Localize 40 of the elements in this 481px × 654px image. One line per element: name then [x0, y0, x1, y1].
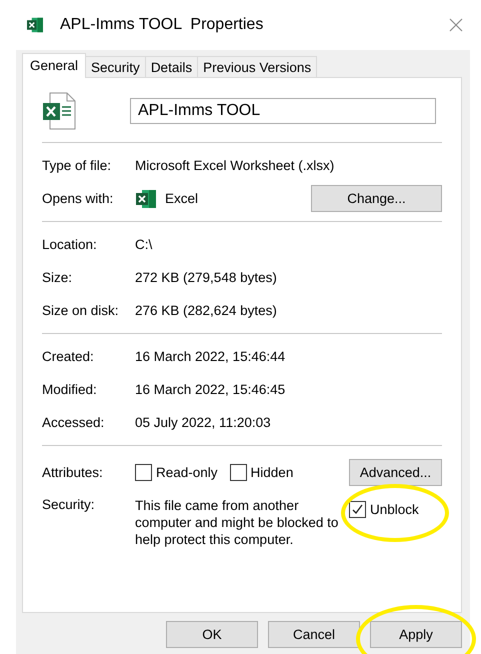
dialog-button[interactable]: Cancel	[268, 621, 360, 648]
checkbox[interactable]	[349, 501, 366, 518]
field-label: Attributes:	[42, 465, 104, 480]
field-label: Opens with:	[42, 191, 114, 206]
file-name-field[interactable]: APL-Imms TOOL	[130, 98, 436, 124]
field-label: Modified:	[42, 382, 98, 397]
change-button[interactable]: Change...	[311, 185, 442, 212]
checkbox-label: Read-only	[156, 465, 218, 480]
advanced-button[interactable]: Advanced...	[349, 459, 442, 486]
check-icon	[351, 503, 364, 516]
field-label: Size on disk:	[42, 303, 120, 318]
dialog-button[interactable]: Apply	[370, 621, 462, 648]
field-value: Excel	[165, 191, 198, 206]
field-label: Location:	[42, 237, 98, 252]
spreadsheet-file-icon	[42, 92, 76, 130]
field-label: Type of file:	[42, 158, 112, 173]
field-value: 276 KB (282,624 bytes)	[135, 303, 278, 318]
tab[interactable]: Previous Versions	[197, 56, 318, 78]
dialog-button[interactable]: OK	[166, 621, 258, 648]
field-value: Microsoft Excel Worksheet (.xlsx)	[135, 158, 336, 173]
field-label: Created:	[42, 349, 95, 364]
checkbox-label: Unblock	[370, 502, 419, 517]
window-title: APL-Imms TOOL Properties	[60, 16, 264, 34]
field-label: Size:	[42, 270, 74, 285]
close-icon[interactable]	[449, 18, 463, 32]
spreadsheet-app-icon	[26, 17, 44, 33]
field-label: Accessed:	[42, 415, 106, 430]
security-message: This file came from another computer and might be blocked to help protect this computer.	[135, 497, 340, 548]
field-value: 16 March 2022, 15:46:44	[135, 349, 286, 364]
field-value: 16 March 2022, 15:46:45	[135, 382, 286, 397]
field-value: 05 July 2022, 11:20:03	[135, 415, 272, 430]
field-value: C:\	[135, 237, 154, 252]
tab[interactable]: General	[22, 53, 86, 78]
spreadsheet-app-icon	[135, 188, 157, 208]
checkbox[interactable]	[230, 464, 247, 481]
field-value: 272 KB (279,548 bytes)	[135, 270, 278, 285]
tab[interactable]: Security	[85, 56, 146, 78]
checkbox[interactable]	[135, 464, 152, 481]
field-label: Security:	[42, 497, 96, 512]
checkbox-label: Hidden	[250, 465, 294, 480]
